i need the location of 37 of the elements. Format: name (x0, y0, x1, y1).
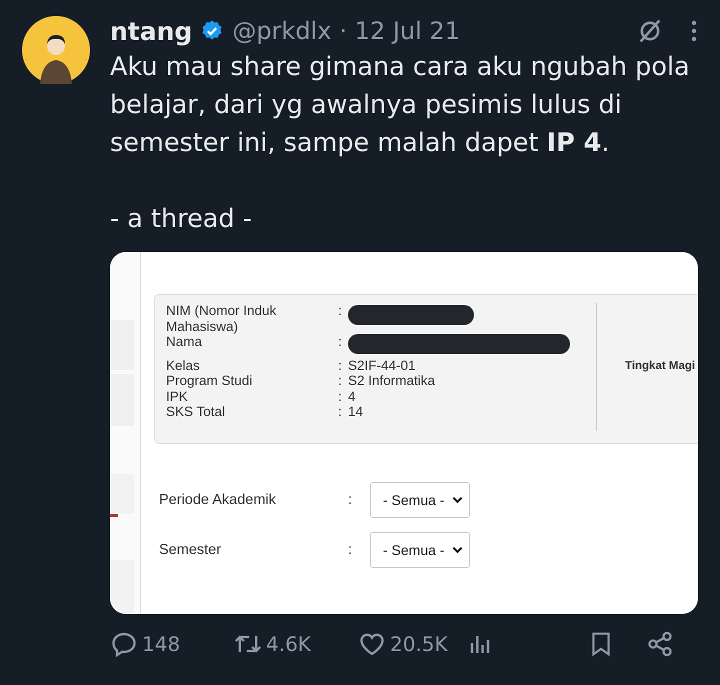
field-value: S2 Informatika (348, 373, 436, 388)
speech-bubble-icon (110, 630, 138, 658)
author-name[interactable]: ntang (110, 16, 192, 46)
field-label: Tingkat Magi (625, 360, 696, 372)
chevron-down-icon (452, 496, 464, 504)
field-label: NIM (Nomor Induk Mahasiswa) (166, 303, 278, 334)
field-label: IPK (166, 388, 189, 404)
colon: : (338, 404, 343, 420)
dropdown[interactable]: - Semua - (370, 482, 470, 518)
tweet-text: - a thread - (110, 203, 253, 236)
field-value: 4 (348, 388, 356, 404)
chevron-down-icon (452, 546, 464, 554)
author-handle[interactable]: @prkdlx (232, 17, 332, 45)
field-value: 14 (348, 404, 364, 419)
like-button[interactable]: 20.5K (358, 630, 468, 658)
colon: : (338, 388, 343, 404)
colon: : (338, 358, 343, 373)
tweet-date[interactable]: · 12 Jul 21 (339, 17, 460, 45)
field-label: Kelas (166, 358, 201, 373)
field-label: SKS Total (166, 404, 226, 420)
dropdown[interactable]: - Semua - (370, 532, 470, 568)
field-label: Nama (166, 334, 204, 351)
more-icon[interactable] (690, 20, 698, 42)
share-icon[interactable] (646, 630, 674, 658)
repost-button[interactable]: 4.6K (234, 630, 358, 658)
field-label: Periode Akademik (159, 492, 277, 508)
field-value: S2IF-44-01 (348, 358, 416, 372)
colon: : (348, 492, 354, 508)
field-label: Program Studi (166, 373, 254, 388)
colon: : (338, 303, 343, 320)
field-label: Semester (159, 542, 222, 558)
colon: : (338, 373, 343, 388)
reply-button[interactable]: 148 (110, 630, 234, 658)
colon: : (348, 542, 354, 558)
colon: : (338, 334, 343, 351)
tweet-text: Aku mau share gimana cara aku ngubah pola belajar, dari yg awalnya pesimis lulus di semester ini, sampe malah dapet IP 4. (110, 51, 691, 160)
avatar[interactable] (22, 16, 90, 84)
